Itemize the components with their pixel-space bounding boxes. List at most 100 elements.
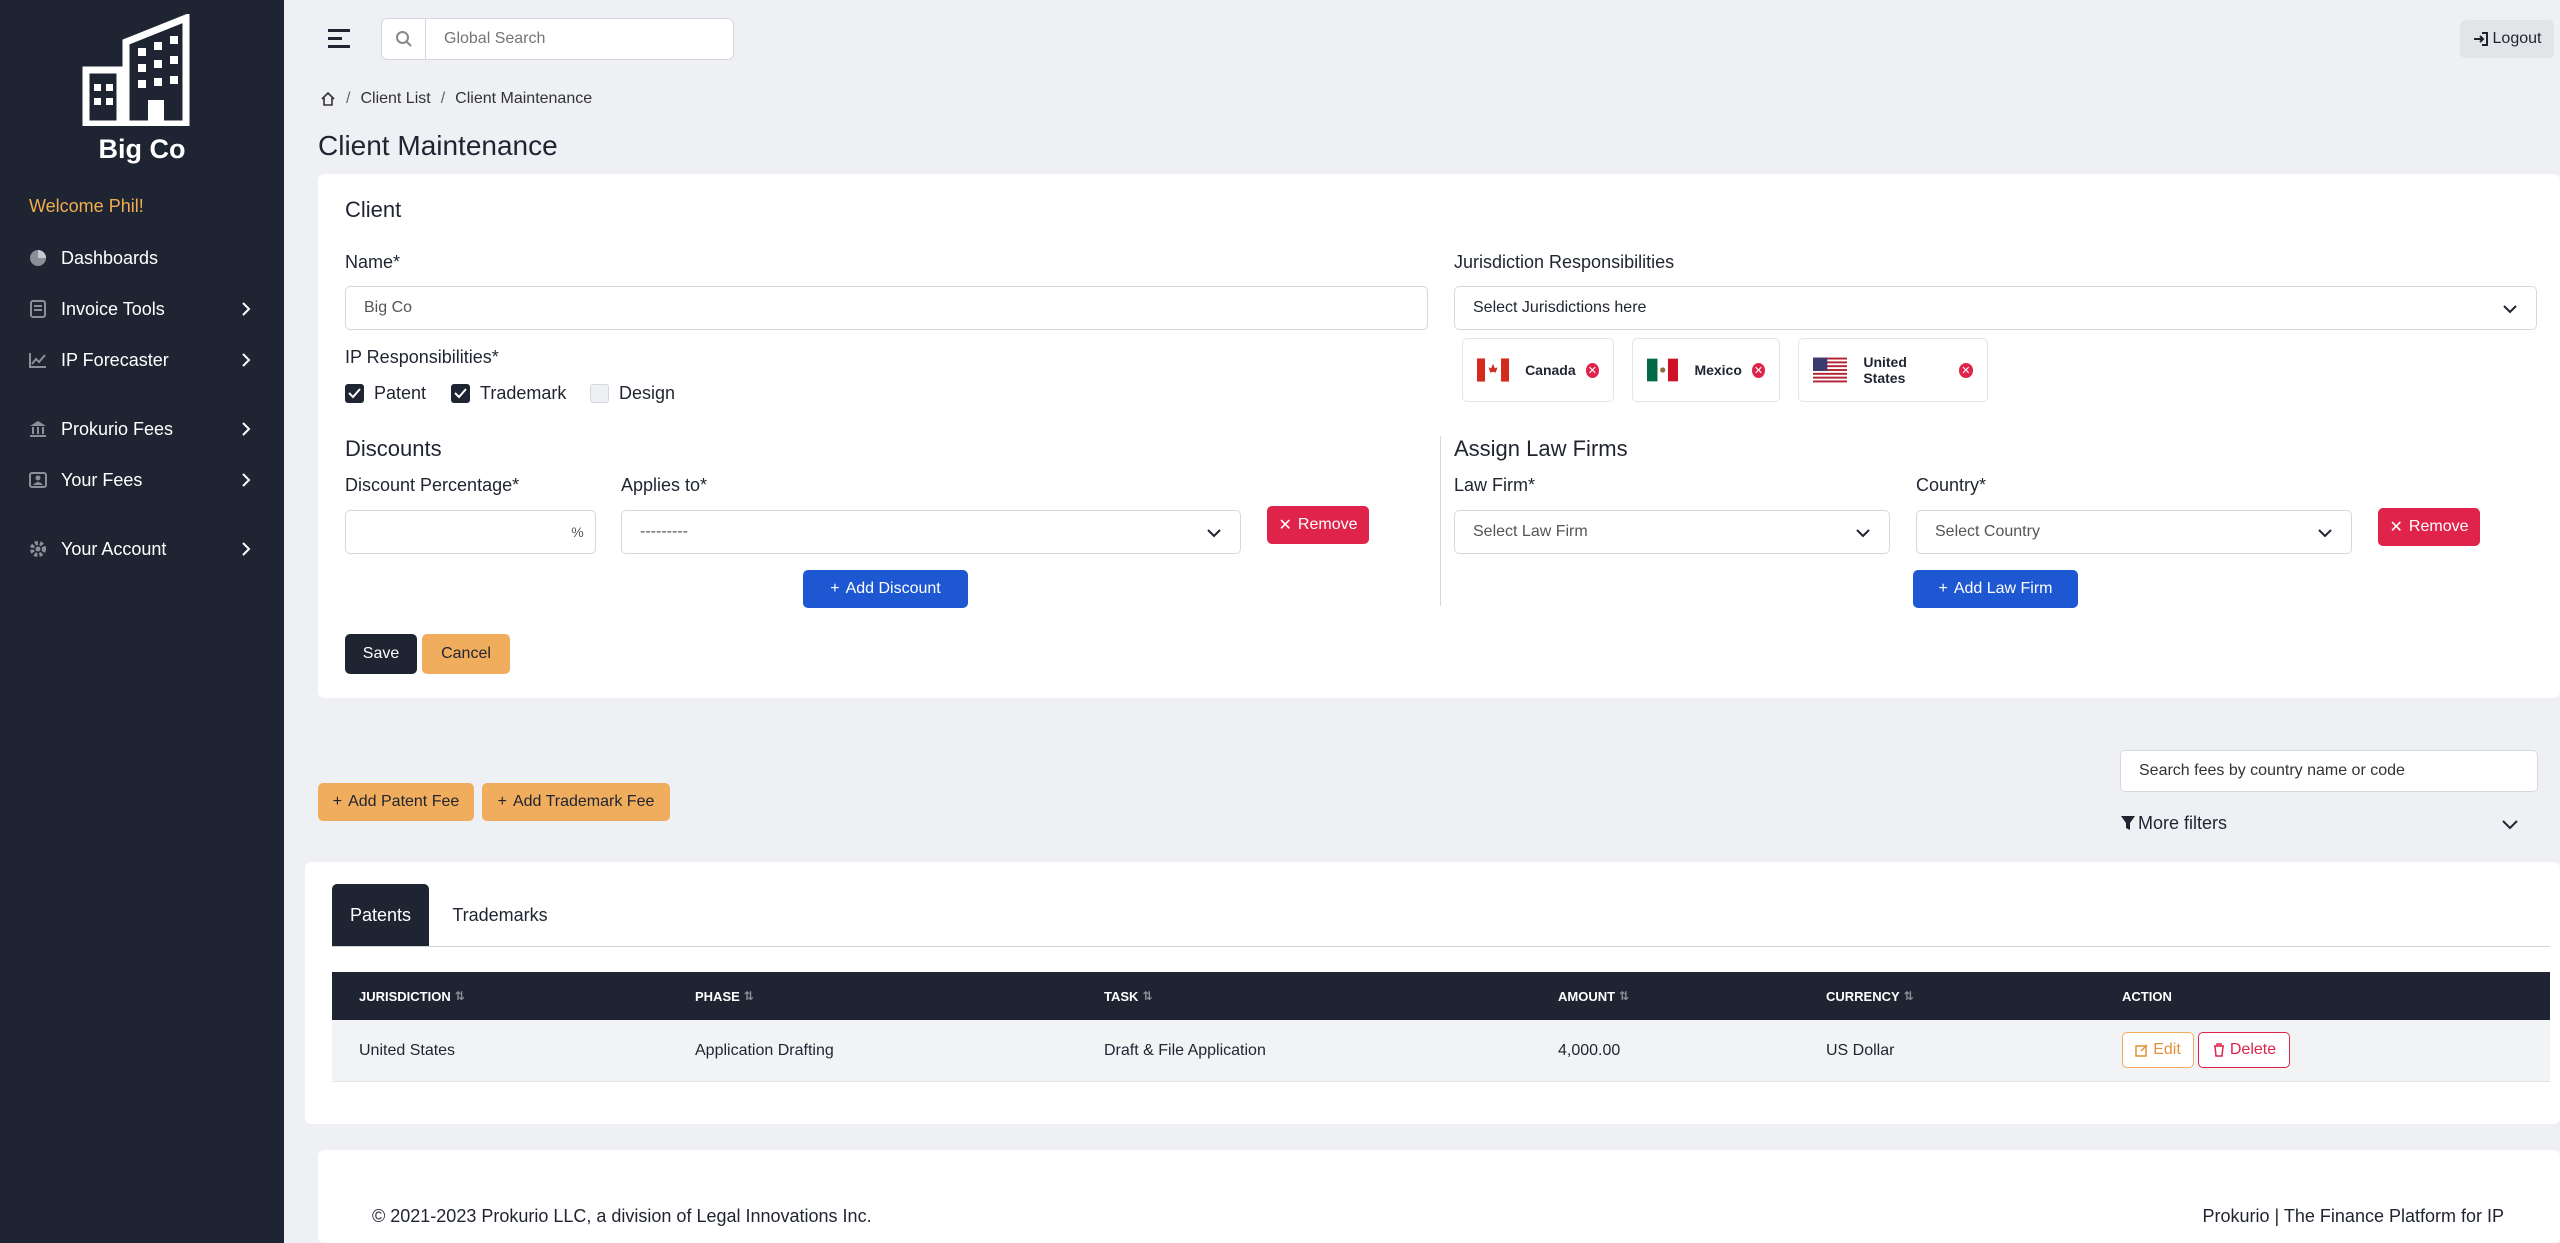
fee-search-input[interactable]: Search fees by country name or code <box>2120 750 2538 792</box>
sidebar: Big Co Welcome Phil! Dashboards Invoice … <box>0 0 284 1243</box>
plus-icon: + <box>830 580 840 597</box>
chevron-down-icon <box>1856 529 1870 538</box>
logout-icon <box>2473 32 2488 46</box>
add-discount-button[interactable]: + Add Discount <box>803 570 968 608</box>
building-logo-icon <box>82 14 190 126</box>
jurisdiction-placeholder: Select Jurisdictions here <box>1473 299 1647 316</box>
breadcrumb-current: Client Maintenance <box>455 90 593 107</box>
applies-to-value: --------- <box>640 523 688 540</box>
jurisdiction-select[interactable]: Select Jurisdictions here <box>1454 286 2537 330</box>
jurisdiction-chip-canada: Canada ✕ <box>1462 338 1614 402</box>
applies-to-select[interactable]: --------- <box>621 510 1241 554</box>
sidebar-item-label: Prokurio Fees <box>61 418 174 439</box>
tab-divider <box>332 946 2550 947</box>
breadcrumb-separator: / <box>346 90 351 107</box>
close-icon: ✕ <box>1278 517 1292 534</box>
fees-table-card: Patents Trademarks JURISDICTION ⇅ PHASE ⇅ … <box>305 862 2560 1124</box>
checkmark-icon <box>345 384 364 403</box>
remove-chip-icon[interactable]: ✕ <box>1958 362 1973 378</box>
country-label: Country* <box>1916 475 1987 495</box>
edit-icon <box>2135 1044 2148 1057</box>
column-header-task[interactable]: TASK ⇅ <box>1104 972 1153 1020</box>
patent-checkbox[interactable]: Patent <box>345 383 426 404</box>
save-button[interactable]: Save <box>345 634 417 674</box>
chevron-down-icon <box>2502 820 2518 830</box>
mexico-flag-icon <box>1647 358 1679 382</box>
assign-law-firms-title: Assign Law Firms <box>1454 436 1628 461</box>
ip-responsibilities-label: IP Responsibilities* <box>345 347 499 367</box>
cell-currency: US Dollar <box>1826 1041 1895 1059</box>
delete-button[interactable]: Delete <box>2198 1032 2290 1068</box>
add-patent-fee-button[interactable]: + Add Patent Fee <box>318 783 474 821</box>
discount-percentage-input[interactable] <box>345 510 561 554</box>
global-search-input[interactable] <box>426 30 726 48</box>
remove-chip-icon[interactable]: ✕ <box>1751 362 1765 378</box>
jurisdiction-chip-united-states: United States ✕ <box>1798 338 1988 402</box>
sidebar-item-label: Your Account <box>61 538 167 559</box>
client-section-title: Client <box>345 197 402 222</box>
country-select[interactable]: Select Country <box>1916 510 2352 554</box>
law-firm-select[interactable]: Select Law Firm <box>1454 510 1890 554</box>
column-label: ACTION <box>2122 988 2172 1004</box>
more-filters-toggle[interactable]: More filters <box>2120 810 2520 836</box>
column-header-phase[interactable]: PHASE ⇅ <box>695 972 754 1020</box>
breadcrumb-separator: / <box>440 90 446 107</box>
column-label: PHASE <box>695 988 740 1004</box>
cell-jurisdiction: United States <box>359 1041 456 1059</box>
sidebar-item-invoice-tools[interactable]: Invoice Tools <box>0 289 284 329</box>
button-label: Add Law Firm <box>1953 580 2053 597</box>
sort-icon: ⇅ <box>1619 989 1630 1003</box>
tab-trademarks[interactable]: Trademarks <box>435 884 565 946</box>
trademark-checkbox[interactable]: Trademark <box>451 383 566 404</box>
home-icon[interactable] <box>320 91 336 107</box>
filter-icon <box>2121 816 2135 830</box>
sidebar-item-your-account[interactable]: Your Account <box>0 529 284 569</box>
cancel-button[interactable]: Cancel <box>422 634 510 674</box>
section-divider <box>1440 436 1441 606</box>
chevron-right-icon <box>242 542 251 556</box>
sort-icon: ⇅ <box>743 989 754 1003</box>
name-label: Name* <box>345 252 401 272</box>
fees-icon <box>29 471 47 489</box>
canada-flag-icon <box>1477 358 1510 382</box>
chip-label: Mexico <box>1694 362 1742 378</box>
column-header-jurisdiction[interactable]: JURISDICTION ⇅ <box>359 972 465 1020</box>
edit-button[interactable]: Edit <box>2122 1032 2194 1068</box>
sidebar-item-label: Invoice Tools <box>61 298 165 319</box>
logout-button[interactable]: Logout <box>2460 20 2554 58</box>
chevron-down-icon <box>1207 529 1221 538</box>
pie-chart-icon <box>29 249 47 267</box>
logout-label: Logout <box>2492 30 2542 47</box>
design-checkbox[interactable]: Design <box>590 383 675 404</box>
remove-law-firm-button[interactable]: ✕ Remove <box>2378 508 2480 546</box>
tab-patents[interactable]: Patents <box>332 884 429 946</box>
table-header: JURISDICTION ⇅ PHASE ⇅ TASK ⇅ AMOUNT ⇅ CURRE… <box>332 972 2550 1020</box>
sidebar-item-dashboards[interactable]: Dashboards <box>0 238 284 278</box>
sidebar-item-your-fees[interactable]: Your Fees <box>0 460 284 500</box>
name-field[interactable]: Big Co <box>345 286 1428 330</box>
remove-chip-icon[interactable]: ✕ <box>1585 362 1599 378</box>
global-search[interactable] <box>381 18 734 60</box>
remove-discount-button[interactable]: ✕ Remove <box>1267 506 1369 544</box>
breadcrumb: / Client List / Client Maintenance <box>320 90 592 108</box>
law-firm-label: Law Firm* <box>1454 475 1536 495</box>
sidebar-item-prokurio-fees[interactable]: Prokurio Fees <box>0 409 284 449</box>
add-law-firm-button[interactable]: + Add Law Firm <box>1913 570 2078 608</box>
name-value: Big Co <box>364 299 413 316</box>
column-label: CURRENCY <box>1826 988 1900 1004</box>
cell-task: Draft & File Application <box>1104 1041 1266 1059</box>
column-header-currency[interactable]: CURRENCY ⇅ <box>1826 972 1914 1020</box>
chevron-down-icon <box>2503 305 2517 314</box>
sidebar-item-label: Dashboards <box>61 247 159 268</box>
sidebar-item-label: IP Forecaster <box>61 349 169 370</box>
hamburger-menu-icon[interactable] <box>328 28 354 50</box>
breadcrumb-client-list[interactable]: Client List <box>360 90 430 108</box>
chevron-right-icon <box>242 302 251 316</box>
add-trademark-fee-button[interactable]: + Add Trademark Fee <box>482 783 670 821</box>
sort-icon: ⇅ <box>1142 989 1153 1003</box>
sidebar-item-ip-forecaster[interactable]: IP Forecaster <box>0 340 284 380</box>
checkbox-label: Patent <box>374 383 427 403</box>
column-header-amount[interactable]: AMOUNT ⇅ <box>1558 972 1629 1020</box>
button-label: Add Discount <box>845 580 941 597</box>
button-label: Edit <box>2153 1041 2181 1058</box>
